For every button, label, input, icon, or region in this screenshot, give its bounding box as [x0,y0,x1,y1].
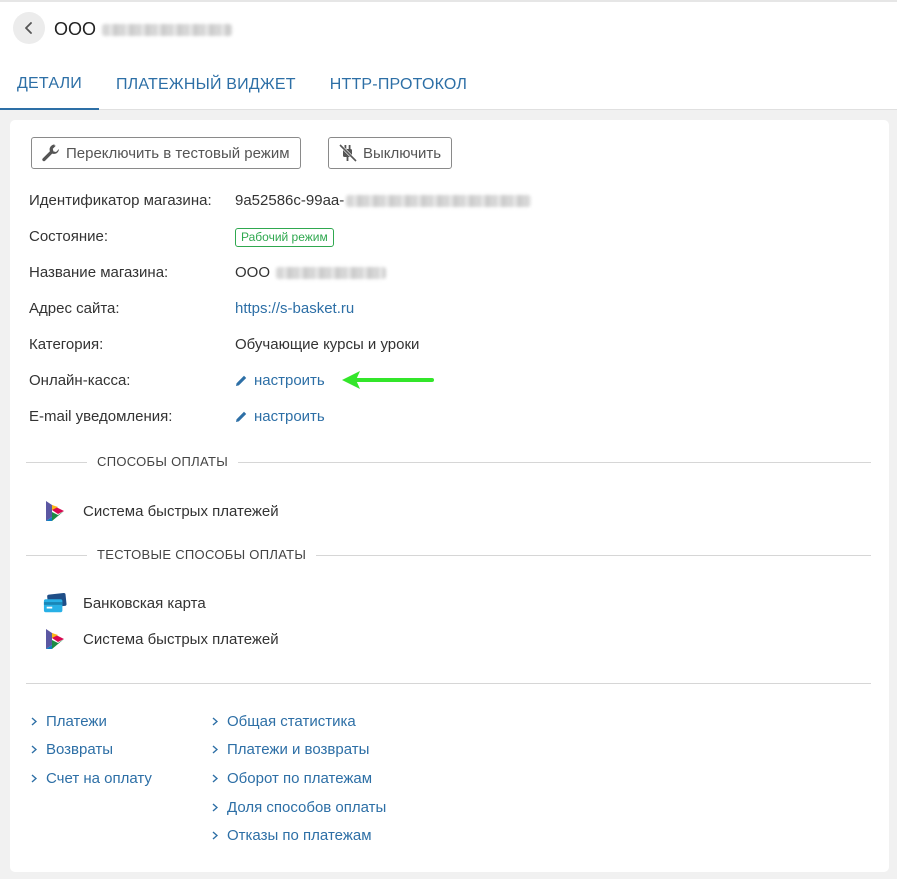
online-cash-label: Онлайн-касса: [29,372,131,389]
shop-name-label: Название магазина: [29,264,169,281]
chevron-left-icon [24,22,34,34]
email-configure-link[interactable]: настроить [235,408,325,425]
link-turnover-label: Оборот по платежам [227,770,373,787]
chevron-right-icon [212,717,218,726]
links-divider [26,683,871,684]
email-configure-label: настроить [254,408,325,425]
chevron-right-icon [212,831,218,840]
link-payment-declines[interactable]: Отказы по платежам [212,827,372,844]
redacted-shop-name [276,266,387,279]
payment-methods-title: СПОСОБЫ ОПЛАТЫ [87,454,239,469]
payment-method-item: Система быстрых платежей [43,499,279,523]
test-mode-button-label: Переключить в тестовый режим [66,144,290,162]
shop-details-card: Переключить в тестовый режим Выключить И… [10,120,889,872]
category-label: Категория: [29,336,104,353]
sbp-logo-icon [43,499,67,523]
back-button[interactable] [13,12,45,44]
site-label: Адрес сайта: [29,300,120,317]
site-value: https://s-basket.ru [235,300,354,317]
disable-button[interactable]: Выключить [328,137,453,169]
tab-http-protocol[interactable]: HTTP-ПРОТОКОЛ [313,60,484,110]
annotation-arrow [342,371,434,389]
status-badge: Рабочий режим [235,228,334,247]
status-label: Состояние: [29,228,109,245]
shop-name-value: ООО [235,264,387,281]
bank-card-icon [43,591,67,615]
pencil-icon [236,375,247,386]
online-cash-value: настроить [235,372,325,389]
redacted-company-name [102,23,233,36]
email-value: настроить [235,408,325,425]
page-title: ООО [54,19,233,40]
test-payment-method-label: Система быстрых платежей [83,630,279,648]
top-divider [0,0,897,2]
link-turnover[interactable]: Оборот по платежам [212,770,372,787]
tab-payment-widget[interactable]: ПЛАТЕЖНЫЙ ВИДЖЕТ [99,60,313,110]
chevron-right-icon [31,774,37,783]
chevron-right-icon [212,803,218,812]
online-cash-configure-label: настроить [254,372,325,389]
link-payments[interactable]: Платежи [31,713,107,730]
page-title-prefix: ООО [54,19,97,39]
pencil-icon [236,411,247,422]
tab-bar: ДЕТАЛИ ПЛАТЕЖНЫЙ ВИДЖЕТ HTTP-ПРОТОКОЛ [0,60,484,110]
redacted-shop-id [346,194,532,207]
shop-id-text: 9a52586c-99aa- [235,192,345,209]
link-general-stats-label: Общая статистика [227,713,356,730]
test-payment-method-label: Банковская карта [83,594,206,612]
link-invoice-label: Счет на оплату [46,770,152,787]
shop-id-label: Идентификатор магазина: [29,192,212,209]
link-invoice[interactable]: Счет на оплату [31,770,152,787]
test-payment-methods-title: ТЕСТОВЫЕ СПОСОБЫ ОПЛАТЫ [87,547,317,562]
chevron-right-icon [31,745,37,754]
link-general-stats[interactable]: Общая статистика [212,713,356,730]
link-payment-declines-label: Отказы по платежам [227,827,372,844]
test-payment-method-item: Банковская карта [43,591,206,615]
link-payment-methods-share-label: Доля способов оплаты [227,799,387,816]
payment-method-label: Система быстрых платежей [83,502,279,520]
shop-name-text: ООО [235,264,271,281]
test-payment-method-item: Система быстрых платежей [43,627,279,651]
chevron-right-icon [212,774,218,783]
online-cash-configure-link[interactable]: настроить [235,372,325,389]
test-mode-button[interactable]: Переключить в тестовый режим [31,137,301,169]
category-value: Обучающие курсы и уроки [235,336,420,353]
shop-id-value: 9a52586c-99aa- [235,192,532,209]
link-payment-methods-share[interactable]: Доля способов оплаты [212,799,386,816]
disable-button-label: Выключить [363,144,442,162]
link-payments-refunds-label: Платежи и возвраты [227,741,370,758]
link-payments-refunds[interactable]: Платежи и возвраты [212,741,369,758]
site-link[interactable]: https://s-basket.ru [235,300,354,317]
tab-details[interactable]: ДЕТАЛИ [0,60,99,110]
header-bar: ООО ДЕТАЛИ ПЛАТЕЖНЫЙ ВИДЖЕТ HTTP-ПРОТОКО… [0,0,897,110]
sbp-logo-icon [43,627,67,651]
link-payments-label: Платежи [46,713,107,730]
chevron-right-icon [31,717,37,726]
unplug-icon [337,142,359,164]
email-label: E-mail уведомления: [29,408,173,425]
link-refunds[interactable]: Возвраты [31,741,113,758]
status-value: Рабочий режим [235,228,334,247]
link-refunds-label: Возвраты [46,741,114,758]
wrench-icon [40,142,62,164]
chevron-right-icon [212,745,218,754]
